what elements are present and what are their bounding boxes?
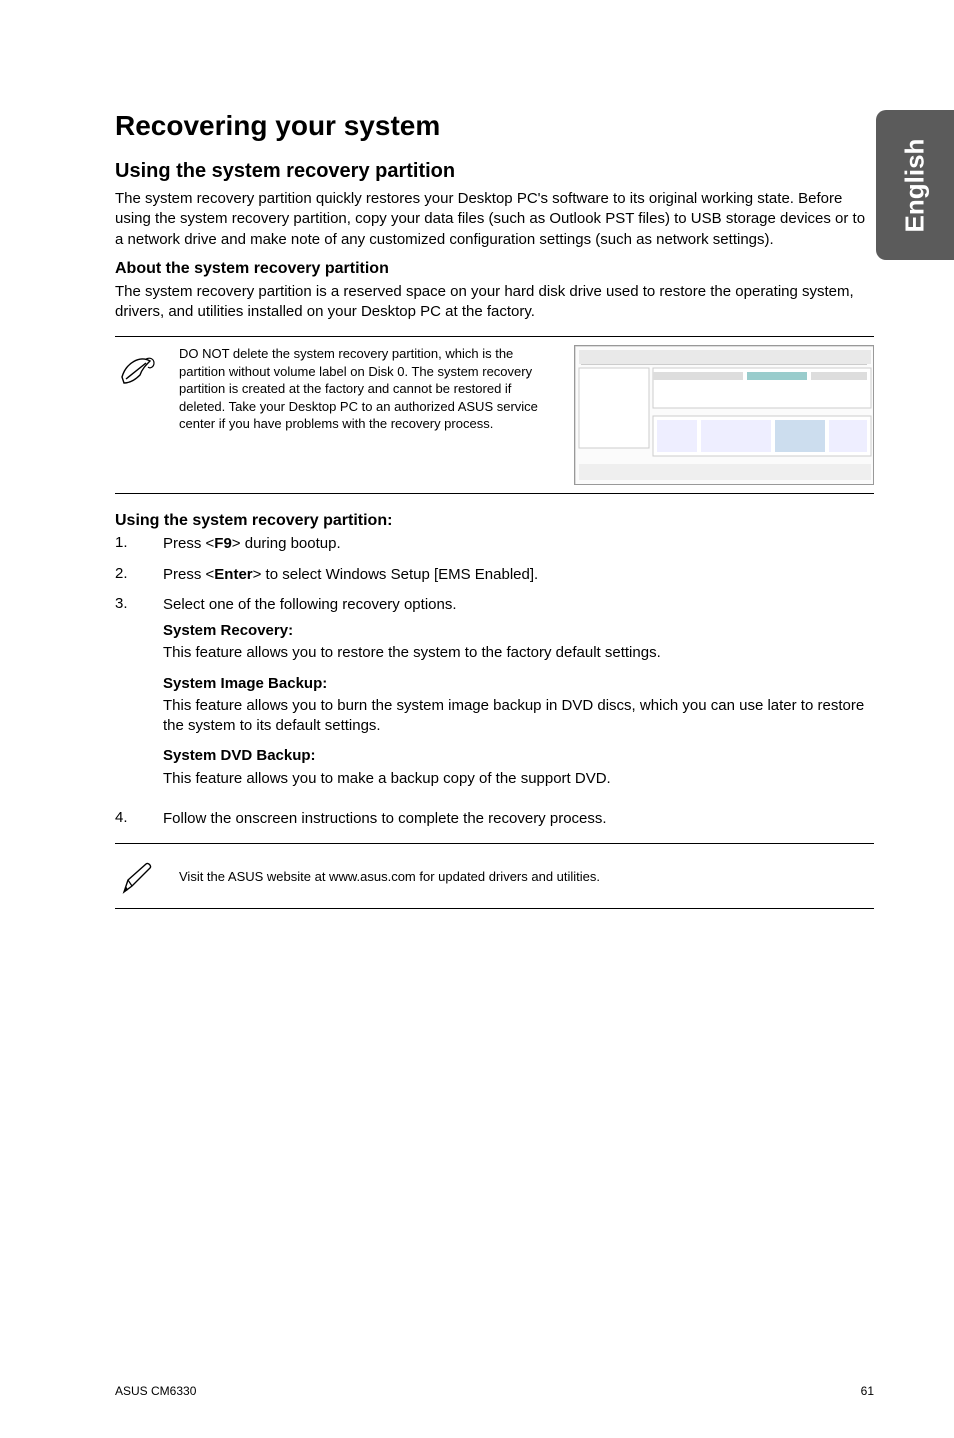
list-item: 3. Select one of the following recovery … bbox=[115, 595, 874, 799]
step-text: > during bootup. bbox=[232, 535, 341, 552]
step-body: Press <Enter> to select Windows Setup [E… bbox=[163, 565, 874, 585]
step-body: Select one of the following recovery opt… bbox=[163, 595, 874, 799]
sub-title: System DVD Backup: bbox=[163, 746, 874, 766]
step-number: 3. bbox=[115, 595, 143, 799]
disk-management-screenshot bbox=[574, 345, 874, 485]
tip-text: Visit the ASUS website at www.asus.com f… bbox=[179, 869, 600, 884]
section-heading: Using the system recovery partition bbox=[115, 160, 874, 183]
step-body: Press <F9> during bootup. bbox=[163, 534, 874, 554]
usage-heading: Using the system recovery partition: bbox=[115, 512, 874, 530]
step-key: F9 bbox=[214, 535, 232, 552]
step-text: Press < bbox=[163, 566, 214, 583]
footer-page-number: 61 bbox=[861, 1384, 874, 1398]
language-tab-label: English bbox=[900, 138, 931, 232]
sub-title: System Image Backup: bbox=[163, 674, 874, 694]
tip-note: Visit the ASUS website at www.asus.com f… bbox=[115, 843, 874, 909]
intro-paragraph: The system recovery partition quickly re… bbox=[115, 189, 874, 250]
step-number: 2. bbox=[115, 565, 143, 585]
page-title: Recovering your system bbox=[115, 110, 874, 142]
step-text: Press < bbox=[163, 535, 214, 552]
sub-title: System Recovery: bbox=[163, 621, 874, 641]
warning-note: DO NOT delete the system recovery partit… bbox=[115, 336, 874, 494]
sub-text: This feature allows you to make a backup… bbox=[163, 769, 874, 789]
warning-text: DO NOT delete the system recovery partit… bbox=[179, 345, 560, 433]
about-heading: About the system recovery partition bbox=[115, 260, 874, 278]
step-body: Follow the onscreen instructions to comp… bbox=[163, 809, 874, 829]
footer-left: ASUS CM6330 bbox=[115, 1384, 196, 1398]
list-item: 2. Press <Enter> to select Windows Setup… bbox=[115, 565, 874, 585]
step-key: Enter bbox=[214, 566, 252, 583]
step-number: 4. bbox=[115, 809, 143, 829]
pencil-icon bbox=[115, 854, 161, 898]
sub-text: This feature allows you to restore the s… bbox=[163, 643, 874, 663]
step-text: Select one of the following recovery opt… bbox=[163, 596, 457, 613]
language-tab: English bbox=[876, 110, 954, 260]
list-item: 4. Follow the onscreen instructions to c… bbox=[115, 809, 874, 829]
sub-text: This feature allows you to burn the syst… bbox=[163, 696, 874, 737]
warning-row: DO NOT delete the system recovery partit… bbox=[179, 345, 874, 485]
sub-option: System Image Backup: This feature allows… bbox=[163, 674, 874, 737]
page-footer: ASUS CM6330 61 bbox=[115, 1384, 874, 1398]
page: English Recovering your system Using the… bbox=[0, 0, 954, 1438]
steps-list: 1. Press <F9> during bootup. 2. Press <E… bbox=[115, 534, 874, 829]
step-number: 1. bbox=[115, 534, 143, 554]
about-paragraph: The system recovery partition is a reser… bbox=[115, 282, 874, 323]
sub-option: System DVD Backup: This feature allows y… bbox=[163, 746, 874, 789]
hand-icon bbox=[115, 345, 161, 393]
list-item: 1. Press <F9> during bootup. bbox=[115, 534, 874, 554]
step-text: > to select Windows Setup [EMS Enabled]. bbox=[253, 566, 539, 583]
sub-option: System Recovery: This feature allows you… bbox=[163, 621, 874, 664]
